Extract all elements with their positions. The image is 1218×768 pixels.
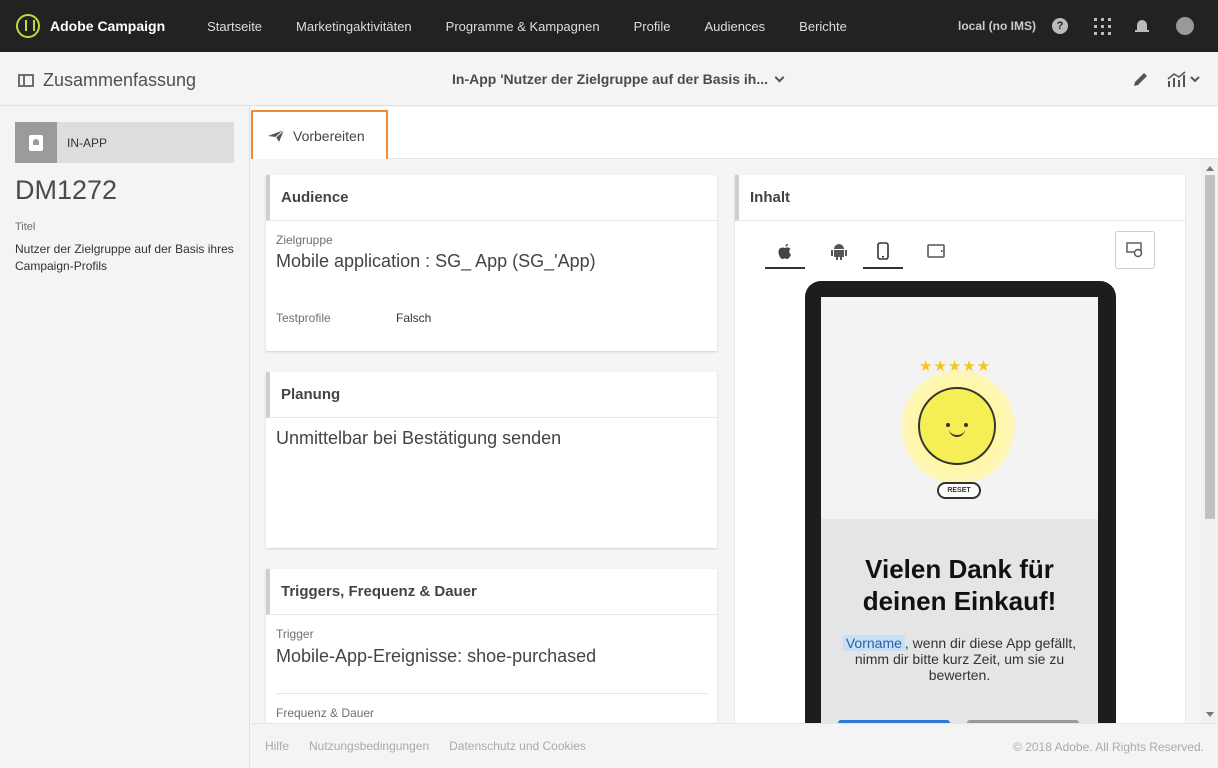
content-scrollbar[interactable] xyxy=(1201,159,1218,723)
tab-android[interactable] xyxy=(819,233,859,269)
pencil-edit-icon[interactable] xyxy=(1132,70,1150,88)
help-icon[interactable]: ? xyxy=(1052,18,1068,34)
planning-value: Unmittelbar bei Bestätigung senden xyxy=(276,428,562,448)
send-paper-plane-icon xyxy=(268,129,285,142)
prepare-label: Vorbereiten xyxy=(293,127,365,144)
channel-icon-box xyxy=(15,122,57,163)
summary-toggle-button[interactable]: Zusammenfassung xyxy=(18,70,196,91)
tab-ios[interactable] xyxy=(765,233,805,269)
footer-copyright: © 2018 Adobe. All Rights Reserved. xyxy=(1013,740,1204,754)
target-label: Zielgruppe xyxy=(276,233,333,247)
action-bar: Vorbereiten xyxy=(251,107,1218,161)
in-app-message-icon xyxy=(29,134,43,151)
reports-chart-icon[interactable] xyxy=(1166,70,1202,88)
eye-left xyxy=(946,423,950,427)
test-profiles-label: Testprofile xyxy=(276,311,331,325)
channel-badge: IN-APP xyxy=(15,122,234,163)
preview-message-area: Vielen Dank für deinen Einkauf! Vorname,… xyxy=(821,519,1098,723)
phone-preview: ★★★★★ RESET Vielen Dank für deinen Einka… xyxy=(805,281,1116,723)
phone-icon xyxy=(877,242,889,260)
footer-terms-link[interactable]: Nutzungsbedingungen xyxy=(309,739,429,753)
nav-marketingaktivitaeten[interactable]: Marketingaktivitäten xyxy=(296,19,412,34)
trigger-label: Trigger xyxy=(276,627,314,641)
apple-icon xyxy=(778,244,791,259)
content-card-header: Inhalt xyxy=(735,175,1185,221)
delivery-code: DM1272 xyxy=(15,175,118,205)
prepare-button[interactable]: Vorbereiten xyxy=(251,110,388,161)
footer-privacy-link[interactable]: Datenschutz und Cookies xyxy=(449,739,586,753)
delivery-title-dropdown[interactable]: In-App 'Nutzer der Zielgruppe auf der Ba… xyxy=(452,71,785,87)
nav-audiences[interactable]: Audiences xyxy=(704,19,765,34)
triggers-card-header: Triggers, Frequenz & Dauer xyxy=(266,569,717,615)
app-logo[interactable]: Adobe Campaign xyxy=(16,14,165,38)
trigger-value: Mobile-App-Ereignisse: shoe-purchased xyxy=(276,646,597,666)
apps-grid-icon[interactable] xyxy=(1094,17,1111,35)
tab-phone[interactable] xyxy=(863,233,903,269)
audience-card[interactable]: Audience Zielgruppe Mobile application :… xyxy=(266,175,717,351)
preview-image-area: ★★★★★ RESET xyxy=(821,297,1098,519)
phone-screen: ★★★★★ RESET Vielen Dank für deinen Einka… xyxy=(821,297,1098,723)
divider xyxy=(276,693,707,694)
delivery-title: In-App 'Nutzer der Zielgruppe auf der Ba… xyxy=(452,71,769,87)
main-nav: Startseite Marketingaktivitäten Programm… xyxy=(207,19,881,34)
preview-reload-icon xyxy=(1126,242,1143,258)
dashboard-content: Audience Zielgruppe Mobile application :… xyxy=(251,159,1201,723)
triggers-card[interactable]: Triggers, Frequenz & Dauer Trigger Mobil… xyxy=(266,569,717,723)
android-icon xyxy=(831,244,847,260)
side-panel-icon xyxy=(18,74,34,87)
eye-right xyxy=(964,423,968,427)
content-card[interactable]: Inhalt ★★★★★ RESET Vielen Dank für deine… xyxy=(735,175,1185,723)
tab-tablet[interactable] xyxy=(916,233,956,269)
top-right-controls: local (no IMS) ? xyxy=(958,0,1218,52)
preview-headline: Vielen Dank für deinen Einkauf! xyxy=(862,554,1057,616)
scroll-thumb[interactable] xyxy=(1205,175,1215,519)
title-label: Titel xyxy=(15,221,36,233)
device-tabs xyxy=(765,233,1165,273)
preview-message: Vorname, wenn dir diese App gefällt, nim… xyxy=(839,635,1080,683)
personalization-field[interactable]: Vorname xyxy=(842,635,905,651)
preview-settings-button[interactable] xyxy=(1115,231,1155,269)
planning-card[interactable]: Planung Unmittelbar bei Bestätigung send… xyxy=(266,372,717,548)
scroll-up-arrow-icon[interactable] xyxy=(1206,166,1214,171)
environment-label[interactable]: local (no IMS) xyxy=(958,19,1036,33)
user-avatar[interactable] xyxy=(1176,17,1194,35)
nav-programme-kampagnen[interactable]: Programme & Kampagnen xyxy=(446,19,600,34)
reset-button[interactable]: RESET xyxy=(937,482,981,499)
adobe-campaign-logo-icon xyxy=(16,14,40,38)
smiley-face-icon xyxy=(918,387,996,465)
test-profiles-value: Falsch xyxy=(396,311,432,325)
summary-label: Zusammenfassung xyxy=(43,70,197,90)
title-value: Nutzer der Zielgruppe auf der Basis ihre… xyxy=(15,242,234,273)
summary-panel: IN-APP DM1272 Titel Nutzer der Zielgrupp… xyxy=(0,106,250,768)
channel-label: IN-APP xyxy=(67,135,108,150)
planning-card-header: Planung xyxy=(266,372,717,418)
nav-startseite[interactable]: Startseite xyxy=(207,19,262,34)
smile xyxy=(949,429,965,437)
nav-berichte[interactable]: Berichte xyxy=(799,19,847,34)
chevron-down-icon xyxy=(774,72,785,83)
footer-help-link[interactable]: Hilfe xyxy=(265,739,289,753)
scroll-down-arrow-icon[interactable] xyxy=(1206,712,1214,717)
footer: Hilfe Nutzungsbedingungen Datenschutz un… xyxy=(251,723,1218,768)
audience-card-header: Audience xyxy=(266,175,717,221)
target-value: Mobile application : SG_ App (SG_'App) xyxy=(276,251,596,271)
app-name: Adobe Campaign xyxy=(50,18,166,34)
frequency-label: Frequenz & Dauer xyxy=(276,706,375,720)
notifications-bell-icon[interactable] xyxy=(1135,19,1149,33)
nav-profile[interactable]: Profile xyxy=(634,19,671,34)
top-bar: Adobe Campaign Startseite Marketingaktiv… xyxy=(0,0,1218,52)
delivery-header-bar: Zusammenfassung In-App 'Nutzer der Zielg… xyxy=(0,52,1218,106)
tablet-icon xyxy=(927,244,945,258)
